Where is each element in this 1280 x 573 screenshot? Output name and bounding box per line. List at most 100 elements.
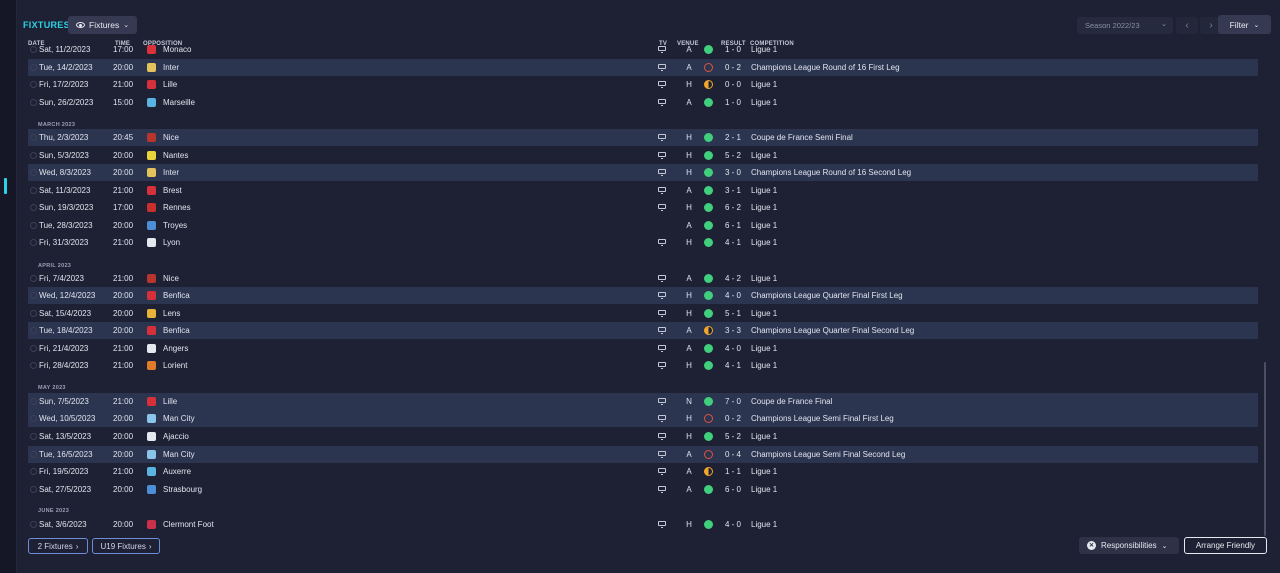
fixture-competition[interactable]: Ligue 1 (751, 520, 777, 529)
fixture-result[interactable]: 0 - 0 (725, 80, 741, 89)
fixture-row[interactable]: Sat, 13/5/2023 20:00 Ajaccio H 5 - 2 Ligue 1 (28, 428, 1258, 445)
fixture-competition[interactable]: Ligue 1 (751, 485, 777, 494)
responsibilities-button[interactable]: ✕ Responsibilities ⌄ (1079, 537, 1179, 554)
opposition-name[interactable]: Lorient (163, 361, 187, 370)
opposition-name[interactable]: Nice (163, 133, 179, 142)
season-select[interactable]: Season 2022/23 ⌄ (1077, 17, 1173, 34)
fixture-competition[interactable]: Ligue 1 (751, 432, 777, 441)
fixture-row[interactable]: Tue, 18/4/2023 20:00 Benfica A 3 - 3 Champion… (28, 322, 1258, 339)
opposition-name[interactable]: Lille (163, 397, 177, 406)
opposition-name[interactable]: Inter (163, 63, 179, 72)
opposition-name[interactable]: Rennes (163, 203, 191, 212)
arrange-friendly-button[interactable]: Arrange Friendly (1184, 537, 1267, 554)
fixture-competition[interactable]: Ligue 1 (751, 274, 777, 283)
fixture-result[interactable]: 1 - 0 (725, 45, 741, 54)
fixture-row[interactable]: Tue, 16/5/2023 20:00 Man City A 0 - 4 Champio… (28, 446, 1258, 463)
fixture-result[interactable]: 3 - 1 (725, 186, 741, 195)
fixture-row[interactable]: Sat, 11/2/2023 17:00 Monaco A 1 - 0 Ligue 1 (28, 45, 1258, 58)
fixture-result[interactable]: 6 - 0 (725, 485, 741, 494)
opposition-name[interactable]: Angers (163, 344, 188, 353)
fixture-result[interactable]: 4 - 2 (725, 274, 741, 283)
fixture-competition[interactable]: Coupe de France Semi Final (751, 133, 853, 142)
opposition-name[interactable]: Brest (163, 186, 182, 195)
fixture-row[interactable]: Thu, 2/3/2023 20:45 Nice H 2 - 1 Coupe de Fra… (28, 129, 1258, 146)
fixture-result[interactable]: 4 - 0 (725, 291, 741, 300)
fixture-result[interactable]: 3 - 0 (725, 168, 741, 177)
fixture-row[interactable]: Sun, 5/3/2023 20:00 Nantes H 5 - 2 Ligue 1 (28, 147, 1258, 164)
opposition-name[interactable]: Clermont Foot (163, 520, 214, 529)
fixture-competition[interactable]: Ligue 1 (751, 203, 777, 212)
fixture-competition[interactable]: Ligue 1 (751, 151, 777, 160)
fixture-result[interactable]: 0 - 2 (725, 63, 741, 72)
fixture-competition[interactable]: Ligue 1 (751, 221, 777, 230)
fixture-competition[interactable]: Ligue 1 (751, 361, 777, 370)
fixture-result[interactable]: 2 - 1 (725, 133, 741, 142)
opposition-name[interactable]: Nantes (163, 151, 188, 160)
fixture-row[interactable]: Fri, 7/4/2023 21:00 Nice A 4 - 2 Ligue 1 (28, 270, 1258, 287)
fixture-competition[interactable]: Champions League Round of 16 First Leg (751, 63, 900, 72)
fixture-result[interactable]: 3 - 3 (725, 326, 741, 335)
fixture-row[interactable]: Tue, 14/2/2023 20:00 Inter A 0 - 2 Champions … (28, 59, 1258, 76)
fixture-result[interactable]: 0 - 2 (725, 414, 741, 423)
opposition-name[interactable]: Man City (163, 450, 195, 459)
fixture-row[interactable]: Wed, 8/3/2023 20:00 Inter H 3 - 0 Champions L… (28, 164, 1258, 181)
opposition-name[interactable]: Strasbourg (163, 485, 202, 494)
fixture-result[interactable]: 4 - 0 (725, 520, 741, 529)
opposition-name[interactable]: Marseille (163, 98, 195, 107)
fixture-competition[interactable]: Ligue 1 (751, 467, 777, 476)
fixture-competition[interactable]: Champions League Semi Final Second Leg (751, 450, 905, 459)
fixture-result[interactable]: 4 - 0 (725, 344, 741, 353)
opposition-name[interactable]: Lens (163, 309, 180, 318)
fixture-row[interactable]: Sun, 19/3/2023 17:00 Rennes H 6 - 2 Ligue 1 (28, 199, 1258, 216)
filter-button[interactable]: Filter ⌄ (1218, 15, 1271, 34)
fixture-result[interactable]: 0 - 4 (725, 450, 741, 459)
fixture-result[interactable]: 5 - 2 (725, 432, 741, 441)
fixture-result[interactable]: 4 - 1 (725, 238, 741, 247)
fixture-result[interactable]: 1 - 0 (725, 98, 741, 107)
fixture-competition[interactable]: Champions League Round of 16 Second Leg (751, 168, 911, 177)
fixture-result[interactable]: 6 - 1 (725, 221, 741, 230)
opposition-name[interactable]: Lyon (163, 238, 180, 247)
opposition-name[interactable]: Benfica (163, 326, 190, 335)
fixture-row[interactable]: Sat, 15/4/2023 20:00 Lens H 5 - 1 Ligue 1 (28, 305, 1258, 322)
fixture-row[interactable]: Wed, 12/4/2023 20:00 Benfica H 4 - 0 Champion… (28, 287, 1258, 304)
fixture-row[interactable]: Sun, 7/5/2023 21:00 Lille N 7 - 0 Coupe de Fr… (28, 393, 1258, 410)
fixture-row[interactable]: Fri, 28/4/2023 21:00 Lorient H 4 - 1 Ligue 1 (28, 357, 1258, 374)
fixture-row[interactable]: Sat, 27/5/2023 20:00 Strasbourg A 6 - 0 Ligue… (28, 481, 1258, 498)
fixture-competition[interactable]: Champions League Quarter Final Second Le… (751, 326, 914, 335)
fixture-row[interactable]: Tue, 28/3/2023 20:00 Troyes A 6 - 1 Ligue 1 (28, 217, 1258, 234)
fixture-row[interactable]: Sat, 3/6/2023 20:00 Clermont Foot H 4 - 0 Lig… (28, 516, 1258, 533)
fixture-competition[interactable]: Coupe de France Final (751, 397, 832, 406)
opposition-name[interactable]: Nice (163, 274, 179, 283)
fixture-result[interactable]: 1 - 1 (725, 467, 741, 476)
fixture-competition[interactable]: Ligue 1 (751, 344, 777, 353)
fixture-row[interactable]: Fri, 21/4/2023 21:00 Angers A 4 - 0 Ligue 1 (28, 340, 1258, 357)
opposition-name[interactable]: Troyes (163, 221, 187, 230)
fixture-competition[interactable]: Ligue 1 (751, 98, 777, 107)
previous-season-button[interactable]: ‹ (1176, 17, 1198, 34)
fixture-competition[interactable]: Ligue 1 (751, 80, 777, 89)
scrollbar[interactable] (1264, 362, 1266, 536)
fixture-row[interactable]: Fri, 19/5/2023 21:00 Auxerre A 1 - 1 Ligue 1 (28, 463, 1258, 480)
view-select-button[interactable]: Fixtures ⌄ (68, 16, 138, 34)
opposition-name[interactable]: Monaco (163, 45, 191, 54)
opposition-name[interactable]: Inter (163, 168, 179, 177)
opposition-name[interactable]: Ajaccio (163, 432, 189, 441)
fixture-result[interactable]: 7 - 0 (725, 397, 741, 406)
fixture-result[interactable]: 5 - 1 (725, 309, 741, 318)
opposition-name[interactable]: Lille (163, 80, 177, 89)
fixtures-link-button[interactable]: 2 Fixtures › (28, 538, 88, 554)
fixture-competition[interactable]: Ligue 1 (751, 45, 777, 54)
fixture-row[interactable]: Fri, 17/2/2023 21:00 Lille H 0 - 0 Ligue 1 (28, 76, 1258, 93)
fixture-competition[interactable]: Ligue 1 (751, 309, 777, 318)
fixture-row[interactable]: Sat, 11/3/2023 21:00 Brest A 3 - 1 Ligue 1 (28, 182, 1258, 199)
fixture-competition[interactable]: Champions League Quarter Final First Leg (751, 291, 903, 300)
fixture-result[interactable]: 6 - 2 (725, 203, 741, 212)
fixture-row[interactable]: Wed, 10/5/2023 20:00 Man City H 0 - 2 Champio… (28, 410, 1258, 427)
opposition-name[interactable]: Auxerre (163, 467, 191, 476)
opposition-name[interactable]: Benfica (163, 291, 190, 300)
fixture-result[interactable]: 5 - 2 (725, 151, 741, 160)
fixture-competition[interactable]: Ligue 1 (751, 238, 777, 247)
fixture-row[interactable]: Sun, 26/2/2023 15:00 Marseille A 1 - 0 Ligue … (28, 94, 1258, 111)
fixture-competition[interactable]: Champions League Semi Final First Leg (751, 414, 894, 423)
